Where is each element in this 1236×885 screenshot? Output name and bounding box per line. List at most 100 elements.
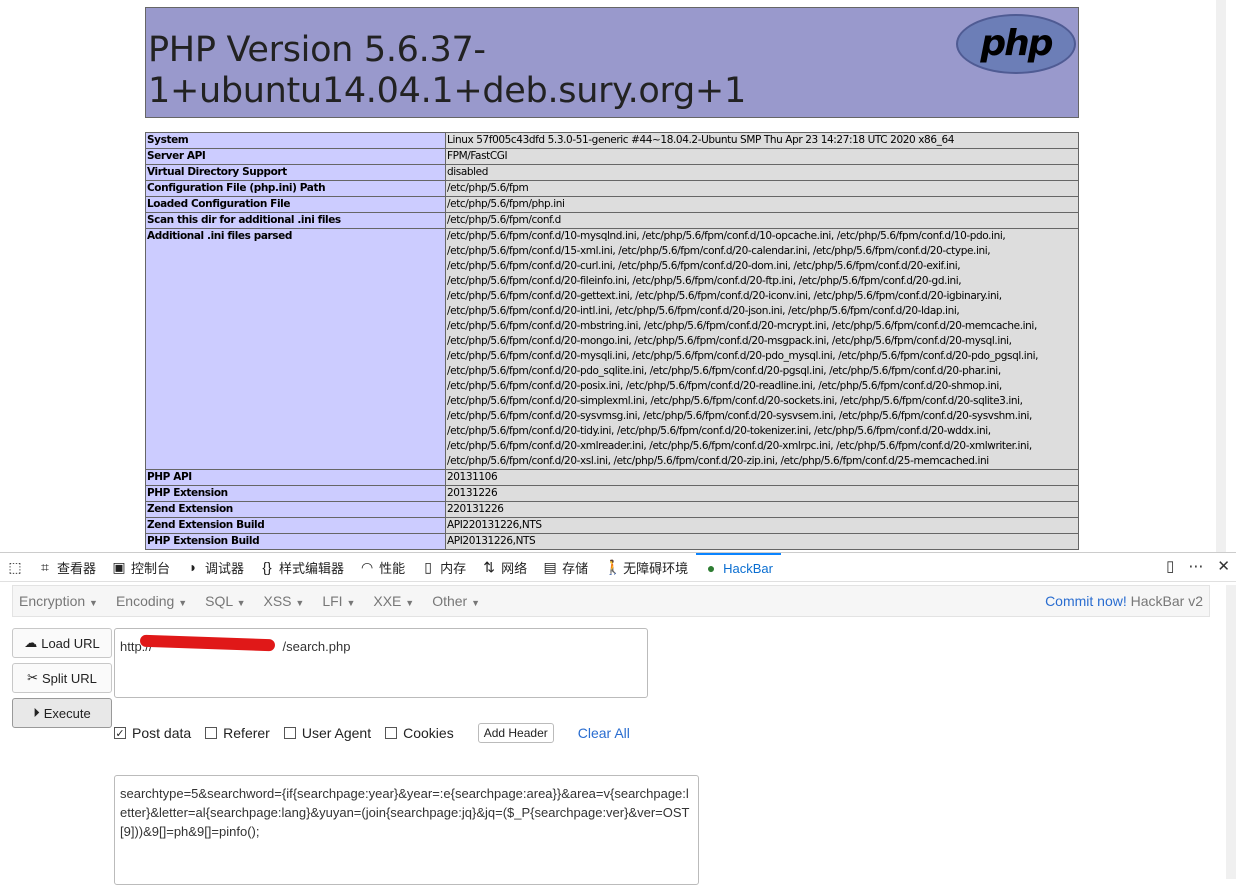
table-row: Zend Extension Build API220131226,NTS bbox=[145, 517, 1079, 534]
row-key: Scan this dir for additional .ini files bbox=[145, 212, 446, 229]
tab-label: 样式编辑器 bbox=[279, 560, 345, 576]
tab-inspector[interactable]: ⌗ 查看器 bbox=[30, 553, 104, 582]
accessibility-icon: 🚶 bbox=[604, 558, 622, 575]
execute-button[interactable]: ⏵ Execute bbox=[12, 698, 112, 728]
devtools-scrollbar[interactable] bbox=[1226, 585, 1236, 879]
more-icon[interactable]: ⋯ bbox=[1188, 557, 1203, 575]
checkbox[interactable] bbox=[283, 727, 296, 739]
menu-other[interactable]: Other ▼ bbox=[432, 593, 480, 609]
menu-lfi[interactable]: LFI ▼ bbox=[322, 593, 355, 609]
hackbar-icon: ● bbox=[706, 560, 716, 576]
tab-label: 网络 bbox=[501, 560, 528, 576]
clear-all-link[interactable]: Clear All bbox=[578, 725, 630, 741]
tab-label: HackBar bbox=[723, 560, 773, 576]
tab-accessibility[interactable]: 🚶 无障碍环境 bbox=[596, 553, 696, 582]
caret-down-icon: ▼ bbox=[236, 598, 246, 608]
tab-network[interactable]: ⇅ 网络 bbox=[474, 553, 535, 582]
debugger-icon: ◗ bbox=[188, 559, 198, 575]
phpinfo-page: PHP Version 5.6.37-1+ubuntu14.04.1+deb.s… bbox=[0, 0, 1226, 552]
row-key: Virtual Directory Support bbox=[145, 164, 446, 181]
row-key: Zend Extension bbox=[145, 501, 446, 518]
tab-hackbar[interactable]: ● HackBar bbox=[696, 552, 781, 582]
row-key: System bbox=[145, 132, 446, 149]
row-key: PHP Extension Build bbox=[145, 533, 446, 550]
add-header-button[interactable]: Add Header bbox=[477, 723, 554, 743]
row-value: /etc/php/5.6/fpm bbox=[445, 180, 1079, 197]
tab-label: 查看器 bbox=[57, 560, 97, 576]
row-value: Linux 57f005c43dfd 5.3.0-51-generic #44~… bbox=[445, 132, 1079, 149]
option-user-agent[interactable]: User Agent bbox=[283, 725, 371, 741]
page-scrollbar[interactable] bbox=[1216, 0, 1226, 552]
menu-encoding[interactable]: Encoding ▼ bbox=[116, 593, 187, 609]
storage-icon: ▤ bbox=[543, 558, 557, 575]
table-row: PHP Extension 20131226 bbox=[145, 485, 1079, 502]
tab-label: 调试器 bbox=[205, 560, 245, 576]
tab-performance[interactable]: ◠ 性能 bbox=[352, 553, 413, 582]
row-value: /etc/php/5.6/fpm/conf.d bbox=[445, 212, 1079, 229]
table-row: Server API FPM/FastCGI bbox=[145, 148, 1079, 165]
picker-icon: ⬚ bbox=[8, 558, 22, 575]
table-row: PHP API 20131106 bbox=[145, 469, 1079, 486]
tab-label: 存储 bbox=[562, 560, 589, 576]
style-editor-icon: {} bbox=[262, 559, 272, 575]
caret-down-icon: ▼ bbox=[346, 598, 356, 608]
table-row: Loaded Configuration File/etc/php/5.6/fp… bbox=[145, 196, 1079, 213]
table-row: Scan this dir for additional .ini files /… bbox=[145, 212, 1079, 229]
row-value: 20131226 bbox=[445, 485, 1079, 502]
tab-label: 无障碍环境 bbox=[623, 560, 689, 576]
tab-storage[interactable]: ▤ 存储 bbox=[535, 553, 596, 582]
tab-style-editor[interactable]: {} 样式编辑器 bbox=[252, 553, 352, 582]
table-row: System Linux 57f005c43dfd 5.3.0-51-generi… bbox=[145, 132, 1079, 149]
page-title: PHP Version 5.6.37-1+ubuntu14.04.1+deb.s… bbox=[148, 30, 746, 111]
load-url-button[interactable]: ☁ Load URL bbox=[12, 628, 112, 658]
console-icon: ▣ bbox=[112, 558, 126, 575]
row-key: Loaded Configuration File bbox=[145, 196, 446, 213]
post-data-input[interactable]: searchtype=5&searchword={if{searchpage:y… bbox=[114, 775, 699, 885]
performance-icon: ◠ bbox=[360, 558, 374, 575]
caret-down-icon: ▼ bbox=[295, 598, 305, 608]
caret-down-icon: ▼ bbox=[89, 598, 98, 608]
table-row: Zend Extension 220131226 bbox=[145, 501, 1079, 518]
row-value: API220131226,NTS bbox=[445, 517, 1079, 534]
row-value: FPM/FastCGI bbox=[445, 148, 1079, 165]
checkbox[interactable]: ✓ bbox=[114, 727, 126, 740]
row-value: /etc/php/5.6/fpm/php.ini bbox=[445, 196, 1079, 213]
commit-link[interactable]: Commit now! HackBar v2 bbox=[1045, 593, 1203, 609]
tab-label: 性能 bbox=[379, 560, 406, 576]
menu-encryption[interactable]: Encryption ▼ bbox=[19, 593, 98, 609]
checkbox[interactable] bbox=[385, 727, 398, 739]
row-key: Configuration File (php.ini) Path bbox=[145, 180, 446, 197]
row-value: API20131226,NTS bbox=[445, 533, 1079, 550]
element-picker-button[interactable]: ⬚ bbox=[0, 553, 30, 582]
split-url-button[interactable]: ✂ Split URL bbox=[12, 663, 112, 693]
dock-icon[interactable]: ▯ bbox=[1166, 557, 1174, 575]
row-key: Server API bbox=[145, 148, 446, 165]
phpinfo-table: System Linux 57f005c43dfd 5.3.0-51-generi… bbox=[145, 132, 1079, 550]
php-logo: php bbox=[956, 14, 1076, 74]
memory-icon: ▯ bbox=[424, 558, 432, 575]
row-key: Zend Extension Build bbox=[145, 517, 446, 534]
caret-down-icon: ▼ bbox=[405, 598, 415, 608]
menu-xss[interactable]: XSS ▼ bbox=[263, 593, 304, 609]
phpinfo-header: PHP Version 5.6.37-1+ubuntu14.04.1+deb.s… bbox=[145, 7, 1079, 118]
tab-console[interactable]: ▣ 控制台 bbox=[104, 553, 178, 582]
row-key: Additional .ini files parsed bbox=[145, 228, 446, 470]
scissors-icon: ✂ bbox=[27, 670, 38, 685]
option-cookies[interactable]: Cookies bbox=[385, 725, 454, 741]
menu-sql[interactable]: SQL ▼ bbox=[205, 593, 245, 609]
row-value: disabled bbox=[445, 164, 1079, 181]
row-key: PHP Extension bbox=[145, 485, 446, 502]
menu-xxe[interactable]: XXE ▼ bbox=[373, 593, 414, 609]
close-icon[interactable]: ✕ bbox=[1217, 557, 1230, 575]
option-referer[interactable]: Referer bbox=[205, 725, 270, 741]
tab-memory[interactable]: ▯ 内存 bbox=[413, 553, 474, 582]
caret-down-icon: ▼ bbox=[178, 598, 188, 608]
hackbar-options: ✓ Post data Referer User Agent Cookies Add H… bbox=[114, 723, 630, 743]
option-post-data[interactable]: ✓ Post data bbox=[114, 725, 191, 741]
devtools-panel: ⬚ ⌗ 查看器 ▣ 控制台 ◗ 调试器{} 样式编辑器 ◠ 性能 ▯ 内存 ⇅ 网络 ▤ 存储 🚶 无障碍环境 ●… bbox=[0, 552, 1236, 885]
tab-label: 控制台 bbox=[131, 560, 171, 576]
row-value: 20131106 bbox=[445, 469, 1079, 486]
play-icon: ⏵ bbox=[33, 705, 40, 720]
tab-debugger[interactable]: ◗ 调试器 bbox=[178, 553, 252, 582]
checkbox[interactable] bbox=[205, 727, 218, 739]
